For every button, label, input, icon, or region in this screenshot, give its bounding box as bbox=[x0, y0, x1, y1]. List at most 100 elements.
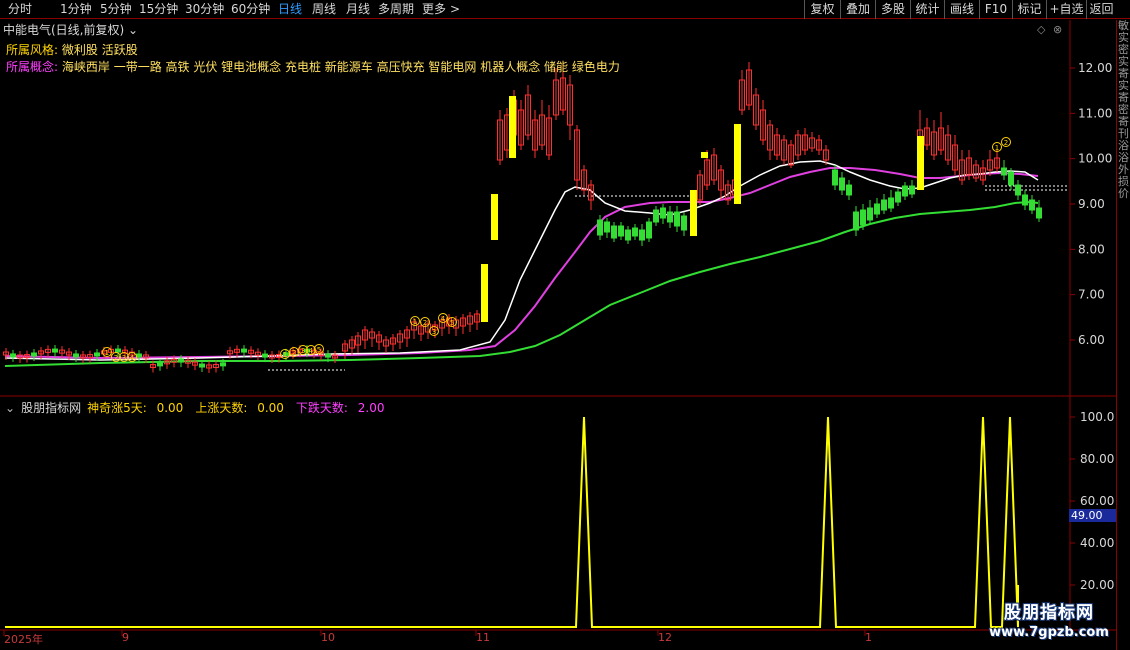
signal-bar bbox=[481, 264, 488, 322]
numbered-marker: 1 bbox=[992, 142, 1002, 152]
indicator-line1-label: 神奇涨5天: bbox=[87, 401, 147, 415]
ma-green-line bbox=[4, 200, 1039, 367]
marker-number: 2 bbox=[1004, 139, 1008, 147]
candle-down bbox=[241, 348, 247, 353]
candle-down bbox=[881, 199, 887, 211]
candle-down bbox=[1029, 199, 1035, 211]
candle-down bbox=[1001, 167, 1007, 176]
marker-number: 3 bbox=[122, 354, 126, 362]
candle-down bbox=[199, 363, 205, 368]
signal-bar bbox=[690, 190, 697, 236]
candle-down bbox=[867, 207, 873, 221]
candle-down bbox=[1008, 171, 1014, 186]
marker-number: 5 bbox=[317, 346, 321, 354]
style-label: 所属风格: bbox=[6, 43, 59, 57]
marker-number: 4 bbox=[130, 354, 135, 362]
marker-number: 2 bbox=[423, 319, 427, 327]
indicator-line3-value: 2.00 bbox=[357, 401, 385, 415]
price-tick-label: 11.00 bbox=[1078, 106, 1112, 120]
indicator-line1-value: 0.00 bbox=[156, 401, 184, 415]
marker-number: 2 bbox=[292, 349, 296, 357]
numbered-marker: 5 bbox=[314, 344, 324, 354]
candle-down bbox=[674, 211, 680, 227]
marker-number: 3 bbox=[301, 347, 305, 355]
candle-down bbox=[31, 352, 37, 357]
circle-close-icon[interactable]: ⊗ bbox=[1053, 23, 1062, 36]
right-info-strip[interactable]: 敏实密实寄实寄密寄刊浴浴外损价 bbox=[1116, 20, 1130, 650]
candle-down bbox=[262, 353, 268, 358]
candle-down bbox=[115, 348, 121, 353]
price-tick-label: 12.00 bbox=[1078, 61, 1112, 75]
x-axis-label: 10 bbox=[321, 631, 335, 644]
signal-bar bbox=[734, 124, 741, 204]
candle-down bbox=[860, 209, 866, 226]
ma-white-line bbox=[4, 160, 1039, 361]
stock-chart-app: 分时 1分钟 5分钟 15分钟 30分钟 60分钟 日线 周线 月线 多周期 更… bbox=[0, 0, 1130, 650]
watermark-url: www.7gpzb.com bbox=[989, 625, 1109, 640]
stock-title[interactable]: 中能电气(日线,前复权) ⌄ bbox=[3, 21, 138, 38]
candle-down bbox=[653, 209, 659, 223]
candle-down bbox=[136, 353, 142, 358]
candle-down bbox=[597, 219, 603, 236]
candle-down bbox=[846, 184, 852, 196]
indicator-line2-value: 0.00 bbox=[257, 401, 284, 415]
candle-down bbox=[888, 197, 894, 209]
candle-down bbox=[681, 215, 687, 231]
candle-down bbox=[611, 225, 617, 239]
indicator-line2: 上涨天数: 0.00 bbox=[195, 401, 290, 415]
indicator-tick-label: 40.00 bbox=[1080, 536, 1114, 550]
price-tick-label: 8.00 bbox=[1078, 242, 1105, 256]
candle-down bbox=[667, 211, 673, 223]
candle-down bbox=[632, 227, 638, 237]
candle-down bbox=[1022, 194, 1028, 206]
marker-number: 1 bbox=[413, 318, 417, 326]
indicator-tick-label: 80.00 bbox=[1080, 452, 1114, 466]
candle-down bbox=[220, 362, 226, 367]
candle-down bbox=[52, 348, 58, 353]
candle-down bbox=[853, 211, 859, 231]
chart-canvas: 12 3 4 1 2 3 4 51 234 512 12.0011.0010.009.008.00… bbox=[0, 20, 1116, 636]
candle-down bbox=[73, 353, 79, 358]
candle-down bbox=[839, 177, 845, 191]
marker-number: 1 bbox=[995, 144, 999, 152]
stock-title-text: 中能电气(日线,前复权) bbox=[3, 23, 125, 37]
marker-number: 5 bbox=[450, 319, 454, 327]
watermark-name: 股朋指标网 bbox=[1004, 603, 1094, 623]
style-value: 微利股 活跃股 bbox=[61, 43, 138, 57]
indicator-line3-label: 下跌天数: bbox=[295, 401, 348, 415]
candle-down bbox=[1015, 184, 1021, 196]
marker-number: 4 bbox=[309, 347, 314, 355]
marker-number: 1 bbox=[283, 351, 287, 359]
signal-bar bbox=[509, 96, 516, 158]
candle-down bbox=[639, 229, 645, 241]
x-axis-label: 2025年 bbox=[4, 633, 43, 646]
marker-number: 4 bbox=[441, 315, 446, 323]
x-axis-label: 1 bbox=[865, 631, 872, 644]
candle-down bbox=[895, 191, 901, 203]
candle-down bbox=[874, 203, 880, 215]
numbered-marker: 1 bbox=[410, 316, 420, 326]
signal-bar bbox=[701, 152, 708, 158]
style-row: 所属风格: 微利股 活跃股 bbox=[6, 41, 138, 58]
numbered-marker: 2 bbox=[1001, 137, 1011, 147]
indicator-line bbox=[5, 416, 1019, 628]
candle-down bbox=[325, 353, 331, 358]
diamond-icon[interactable]: ◇ bbox=[1037, 23, 1045, 36]
candle-down bbox=[10, 353, 16, 358]
candle-down bbox=[157, 362, 163, 367]
candle-down bbox=[660, 207, 666, 219]
chevron-down-icon: ⌄ bbox=[128, 23, 139, 37]
candle-down bbox=[832, 169, 838, 186]
signal-bar bbox=[491, 194, 498, 240]
candle-down bbox=[646, 221, 652, 239]
price-tick-label: 7.00 bbox=[1078, 288, 1105, 302]
indicator-name: 股朋指标网 bbox=[21, 401, 82, 415]
marker-number: 2 bbox=[114, 354, 118, 362]
candle-down bbox=[909, 185, 915, 195]
right-strip-text: 敏实密实寄实寄密寄刊浴浴外损价 bbox=[1118, 20, 1129, 200]
price-tick-label: 9.00 bbox=[1078, 197, 1105, 211]
concept-label: 所属概念: bbox=[6, 60, 59, 74]
collapse-icon[interactable]: ⌄ bbox=[5, 401, 15, 415]
candle-down bbox=[1036, 207, 1042, 219]
x-axis-label: 12 bbox=[658, 631, 672, 644]
